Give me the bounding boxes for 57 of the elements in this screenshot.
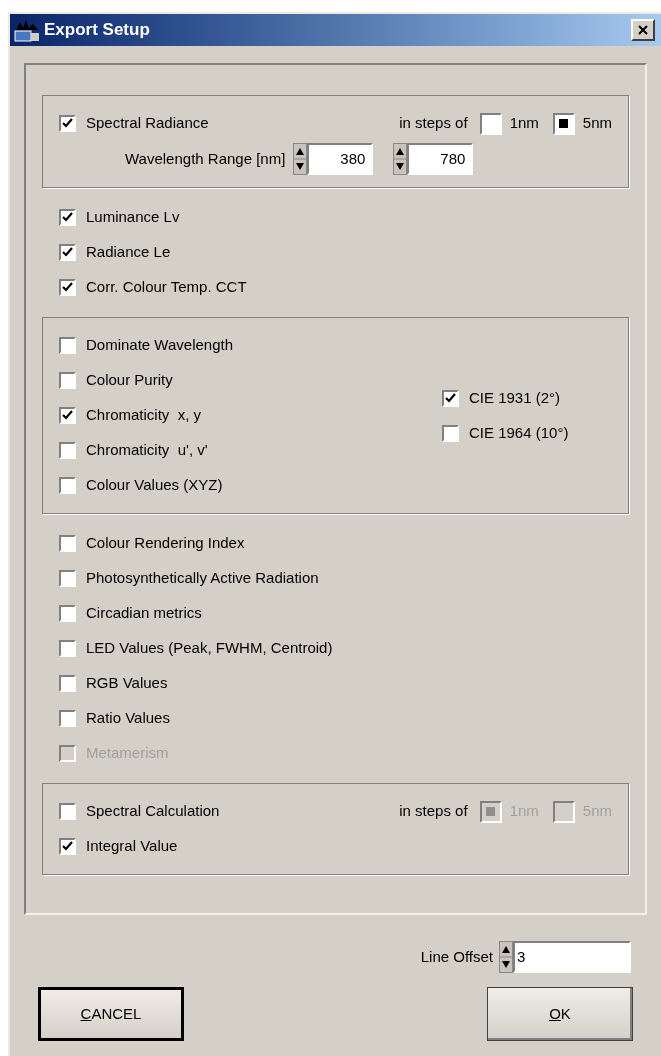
checkbox[interactable] bbox=[59, 442, 76, 459]
checkbox[interactable] bbox=[59, 372, 76, 389]
checkbox[interactable] bbox=[59, 640, 76, 657]
checkbox-label: Radiance Le bbox=[86, 242, 171, 263]
checkbox-label: Chromaticity x, y bbox=[86, 405, 202, 426]
checkbox-label: RGB Values bbox=[86, 673, 168, 694]
checkbox-label: Colour Purity bbox=[86, 370, 173, 391]
checkbox-label: Colour Rendering Index bbox=[86, 533, 245, 554]
checkbox-label: CIE 1931 (2°) bbox=[469, 387, 561, 408]
spinner-icon[interactable] bbox=[499, 941, 513, 973]
checkbox-label: Corr. Colour Temp. CCT bbox=[86, 277, 247, 298]
spinner-icon[interactable] bbox=[293, 143, 308, 175]
checkbox-label: Circadian metrics bbox=[86, 603, 202, 624]
checkbox-label: Photosynthetically Active Radiation bbox=[86, 568, 319, 589]
steps-label: in steps of bbox=[399, 113, 468, 134]
checkbox[interactable] bbox=[59, 337, 76, 354]
checkbox-label: Chromaticity u', v' bbox=[86, 440, 208, 461]
step-label: 1nm bbox=[509, 113, 539, 134]
close-icon bbox=[638, 25, 648, 35]
checkbox[interactable] bbox=[59, 838, 76, 855]
steps-label: in steps of bbox=[399, 801, 468, 822]
step-option[interactable] bbox=[552, 112, 575, 135]
checkbox-label: Luminance Lv bbox=[86, 207, 180, 228]
cancel-button[interactable]: CANCEL bbox=[38, 987, 184, 1041]
spinner-icon[interactable] bbox=[393, 143, 408, 175]
checkbox-label: Spectral Radiance bbox=[86, 113, 209, 134]
number-field[interactable]: 380 bbox=[307, 143, 374, 175]
checkbox[interactable] bbox=[59, 605, 76, 622]
checkbox[interactable] bbox=[59, 570, 76, 587]
checkbox[interactable] bbox=[59, 675, 76, 692]
checkbox-label: Integral Value bbox=[86, 836, 178, 857]
checkbox[interactable] bbox=[59, 407, 76, 424]
ok-button[interactable]: OK bbox=[487, 987, 633, 1041]
window-title: Export Setup bbox=[44, 19, 151, 42]
line-offset-field[interactable]: 3 bbox=[513, 941, 631, 973]
range-label: Wavelength Range [nm] bbox=[125, 148, 286, 169]
app-icon bbox=[14, 18, 40, 42]
checkbox-label: Dominate Wavelength bbox=[86, 335, 234, 356]
checkbox[interactable] bbox=[59, 477, 76, 494]
checkbox-label: Ratio Values bbox=[86, 708, 170, 729]
checkbox[interactable] bbox=[59, 115, 76, 132]
checkbox[interactable] bbox=[59, 279, 76, 296]
close-button[interactable] bbox=[631, 19, 655, 41]
checkbox-label: LED Values (Peak, FWHM, Centroid) bbox=[86, 638, 333, 659]
checkbox-label: Spectral Calculation bbox=[86, 801, 220, 822]
checkbox[interactable] bbox=[59, 244, 76, 261]
checkbox[interactable] bbox=[59, 535, 76, 552]
checkbox[interactable] bbox=[442, 424, 459, 442]
checkbox[interactable] bbox=[442, 389, 459, 407]
number-field[interactable]: 780 bbox=[407, 143, 474, 175]
line-offset-label: Line Offset bbox=[420, 946, 493, 967]
checkbox[interactable] bbox=[59, 710, 76, 727]
checkbox-label: Colour Values (XYZ) bbox=[86, 475, 223, 496]
step-label: 5nm bbox=[582, 113, 612, 134]
checkbox-label: CIE 1964 (10°) bbox=[469, 422, 569, 443]
checkbox[interactable] bbox=[59, 209, 76, 226]
checkbox[interactable] bbox=[59, 803, 76, 820]
